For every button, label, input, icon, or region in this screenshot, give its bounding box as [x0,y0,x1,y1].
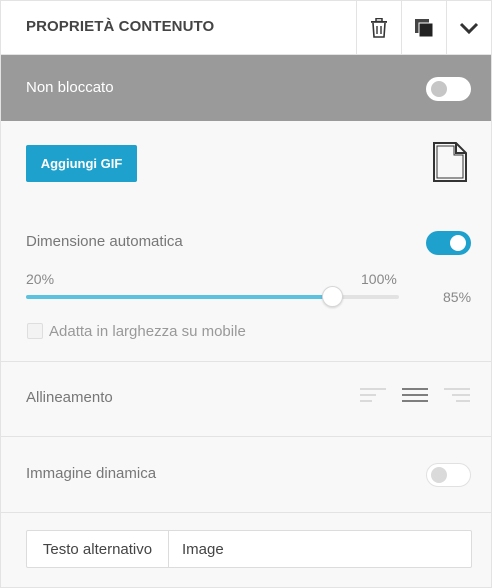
divider [1,512,491,513]
content-properties-panel: PROPRIETÀ CONTENUTO Non bloccato Aggiung… [0,0,492,588]
add-gif-button[interactable]: Aggiungi GIF [26,145,137,182]
collapse-button[interactable] [446,1,491,54]
slider-value: 85% [443,289,472,305]
alt-text-field: Testo alternativo [26,530,472,568]
toggle-knob [431,467,447,483]
dynamic-image-toggle[interactable] [426,463,471,487]
toggle-knob [450,235,466,251]
align-right-icon [444,388,470,402]
dynamic-image-label: Immagine dinamica [26,465,157,482]
divider [1,361,491,362]
delete-button[interactable] [356,1,401,54]
slider-thumb[interactable] [321,286,343,307]
mobile-fit-label: Adatta in larghezza su mobile [49,323,246,340]
mobile-fit-checkbox[interactable] [27,323,43,339]
alignment-label: Allineamento [26,389,113,406]
align-left-icon [360,388,386,402]
lock-bar: Non bloccato [1,55,491,121]
panel-header: PROPRIETÀ CONTENUTO [1,1,491,55]
toggle-knob [431,81,447,97]
align-left-button[interactable] [359,385,387,407]
align-center-button[interactable] [401,385,429,407]
lock-toggle[interactable] [426,77,471,101]
duplicate-button[interactable] [401,1,446,54]
align-center-icon [402,388,428,402]
divider [1,436,491,437]
slider-max-label: 100% [361,271,397,287]
width-slider[interactable] [26,286,399,307]
lock-status-label: Non bloccato [26,79,114,96]
chevron-down-icon [459,22,479,34]
file-icon [433,142,467,182]
panel-title: PROPRIETÀ CONTENUTO [26,18,215,35]
duplicate-icon [415,18,434,37]
trash-icon [371,17,387,38]
align-right-button[interactable] [443,385,471,407]
autosize-label: Dimensione automatica [26,233,183,250]
autosize-toggle[interactable] [426,231,471,255]
alt-text-input[interactable] [170,531,470,567]
alt-text-label: Testo alternativo [27,531,169,567]
slider-fill [26,295,332,299]
slider-min-label: 20% [26,271,55,287]
